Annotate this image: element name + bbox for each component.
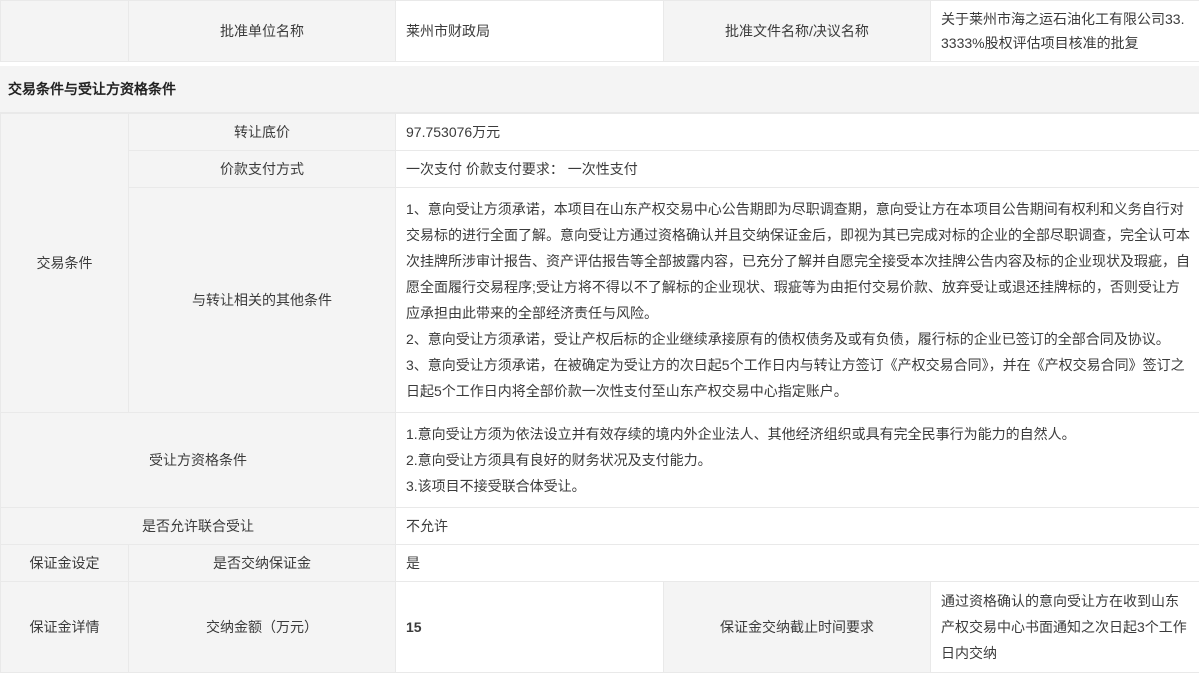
- table-row: 交易条件 转让底价 97.753076万元: [1, 114, 1199, 151]
- table-row: 批准单位名称 莱州市财政局 批准文件名称/决议名称 关于莱州市海之运石油化工有限…: [1, 1, 1199, 62]
- approval-unit-value: 莱州市财政局: [396, 1, 664, 62]
- approval-doc-value: 关于莱州市海之运石油化工有限公司33.3333%股权评估项目核准的批复: [931, 1, 1199, 62]
- other-conditions-value: 1、意向受让方须承诺，本项目在山东产权交易中心公告期即为尽职调查期，意向受让方在…: [396, 188, 1199, 413]
- deposit-required-label: 是否交纳保证金: [129, 545, 396, 582]
- qualification-label: 受让方资格条件: [1, 413, 396, 508]
- deposit-detail-group-label: 保证金详情: [1, 582, 129, 673]
- joint-transfer-value: 不允许: [396, 508, 1199, 545]
- deposit-required-value: 是: [396, 545, 1199, 582]
- table-row: 与转让相关的其他条件 1、意向受让方须承诺，本项目在山东产权交易中心公告期即为尽…: [1, 188, 1199, 413]
- deposit-deadline-value: 通过资格确认的意向受让方在收到山东产权交易中心书面通知之次日起3个工作日内交纳: [931, 582, 1199, 673]
- deposit-deadline-label: 保证金交纳截止时间要求: [664, 582, 931, 673]
- approval-doc-label: 批准文件名称/决议名称: [664, 1, 931, 62]
- table-row: 受让方资格条件 1.意向受让方须为依法设立并有效存续的境内外企业法人、其他经济组…: [1, 413, 1199, 508]
- section-title: 交易条件与受让方资格条件: [0, 66, 1199, 113]
- other-conditions-label: 与转让相关的其他条件: [129, 188, 396, 413]
- joint-transfer-label: 是否允许联合受让: [1, 508, 396, 545]
- table-row: 保证金详情 交纳金额（万元） 15 保证金交纳截止时间要求 通过资格确认的意向受…: [1, 582, 1199, 673]
- deposit-amount-label: 交纳金额（万元）: [129, 582, 396, 673]
- table-row: 价款支付方式 一次支付 价款支付要求： 一次性支付: [1, 151, 1199, 188]
- floor-price-value: 97.753076万元: [396, 114, 1199, 151]
- deposit-amount-value: 15: [396, 582, 664, 673]
- table-row: 保证金设定 是否交纳保证金 是: [1, 545, 1199, 582]
- approval-unit-label: 批准单位名称: [129, 1, 396, 62]
- table-row: 是否允许联合受让 不允许: [1, 508, 1199, 545]
- payment-method-value: 一次支付 价款支付要求： 一次性支付: [396, 151, 1199, 188]
- qualification-value: 1.意向受让方须为依法设立并有效存续的境内外企业法人、其他经济组织或具有完全民事…: [396, 413, 1199, 508]
- deposit-setting-group-label: 保证金设定: [1, 545, 129, 582]
- approval-table: 批准单位名称 莱州市财政局 批准文件名称/决议名称 关于莱州市海之运石油化工有限…: [0, 0, 1199, 62]
- empty-group-cell: [1, 1, 129, 62]
- payment-method-label: 价款支付方式: [129, 151, 396, 188]
- floor-price-label: 转让底价: [129, 114, 396, 151]
- trade-conditions-group-label: 交易条件: [1, 114, 129, 413]
- conditions-table: 交易条件 转让底价 97.753076万元 价款支付方式 一次支付 价款支付要求…: [0, 113, 1199, 673]
